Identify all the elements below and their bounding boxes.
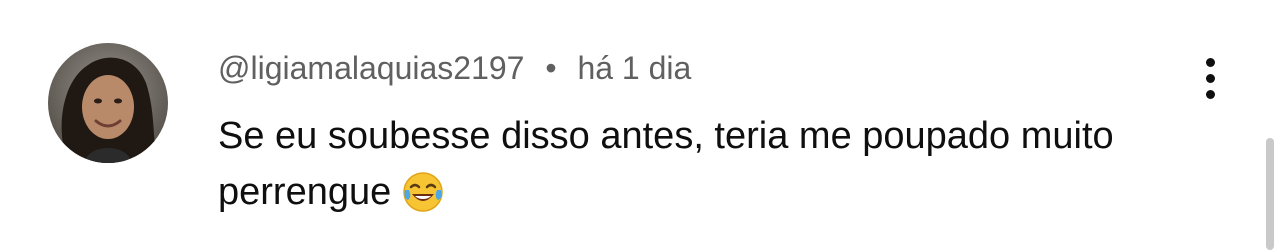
vertical-ellipsis-icon-dot-2 — [1205, 73, 1215, 83]
avatar[interactable] — [48, 43, 168, 163]
author-handle[interactable]: @ligiamalaquias2197 — [218, 50, 524, 86]
scrollbar-thumb[interactable] — [1266, 138, 1274, 250]
more-options-button[interactable] — [1188, 56, 1232, 100]
tears-of-joy-emoji-icon — [401, 170, 445, 230]
vertical-ellipsis-icon-dot-1 — [1205, 57, 1215, 67]
comment-text-block: Se eu soubesse disso antes, teria me pou… — [218, 108, 1178, 230]
avatar-photo-icon — [48, 43, 168, 163]
comment-text: Se eu soubesse disso antes, teria me pou… — [218, 115, 1114, 213]
comment-meta: @ligiamalaquias2197 • há 1 dia — [218, 48, 691, 88]
comment-item: @ligiamalaquias2197 • há 1 dia Se eu sou… — [0, 0, 1284, 250]
meta-separator: • — [545, 50, 557, 86]
comment-timestamp: há 1 dia — [577, 50, 692, 86]
vertical-ellipsis-icon-dot-3 — [1205, 89, 1215, 99]
